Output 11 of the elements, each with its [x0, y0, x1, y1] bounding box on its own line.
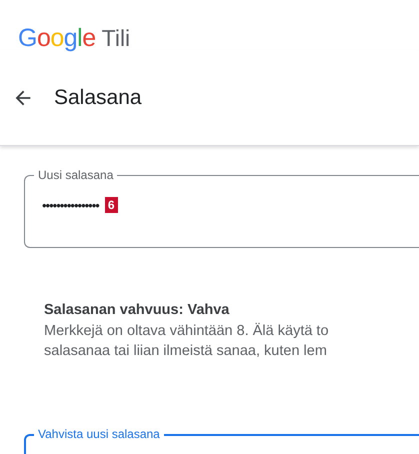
- field-label: Uusi salasana: [34, 168, 118, 182]
- google-logo: Google: [18, 24, 96, 53]
- field-label: Vahvista uusi salasana: [34, 427, 164, 441]
- password-field[interactable]: Uusi salasana •••••••••••••••• 6: [24, 168, 419, 248]
- header-title: Tili: [102, 25, 130, 52]
- callout-badge: 6: [104, 197, 118, 213]
- password-value: ••••••••••••••••: [42, 198, 99, 212]
- strength-label: Salasanan vahvuus: Vahva: [44, 302, 230, 318]
- hint-text-line: Merkkejä on oltava vähintään 8. Älä käytä to: [44, 322, 330, 341]
- hint-text-line: salasanaa tai liian ilmeistä sanaa, kuten lem: [44, 342, 328, 361]
- page-title: Salasana: [54, 86, 142, 110]
